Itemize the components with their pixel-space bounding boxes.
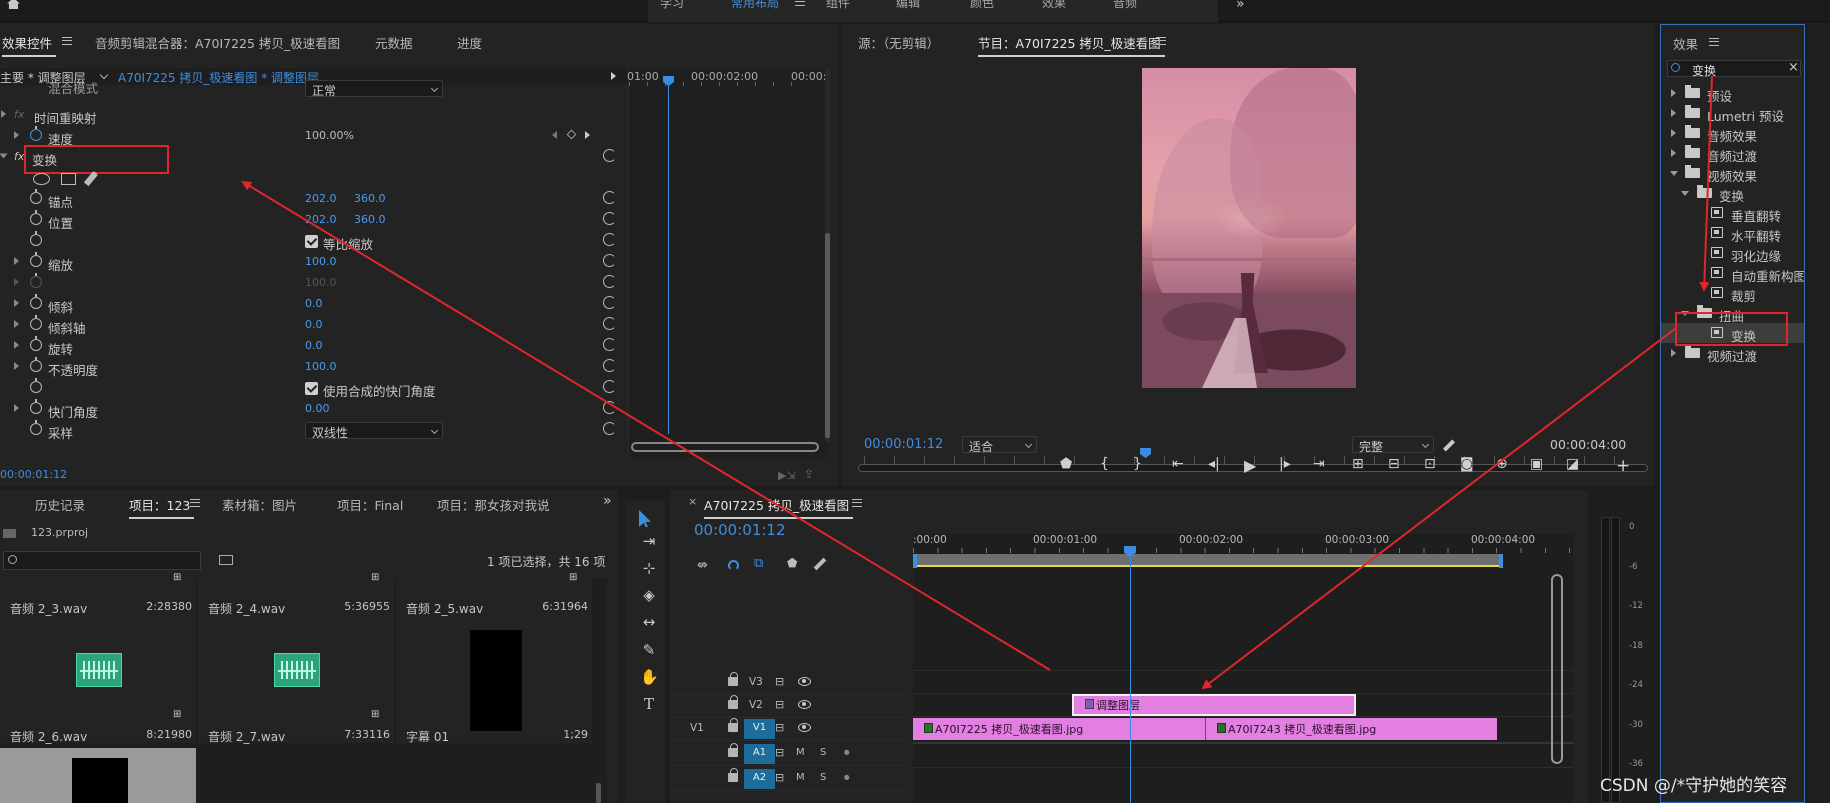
- premiere-pro-window: 学习 常用布局 组件 编辑 颜色 效果 音频 » 效果控件 音频剪辑混合器：A7…: [0, 0, 1830, 803]
- arrow-timeline-to-effect-controls: [241, 180, 1051, 671]
- annotation-arrows: [241, 75, 1713, 690]
- arrow-search-to-crop: [1699, 75, 1713, 292]
- watermark: CSDN @/*守护她的笑容: [1600, 776, 1788, 796]
- arrow-effect-to-timeline: [1201, 327, 1677, 690]
